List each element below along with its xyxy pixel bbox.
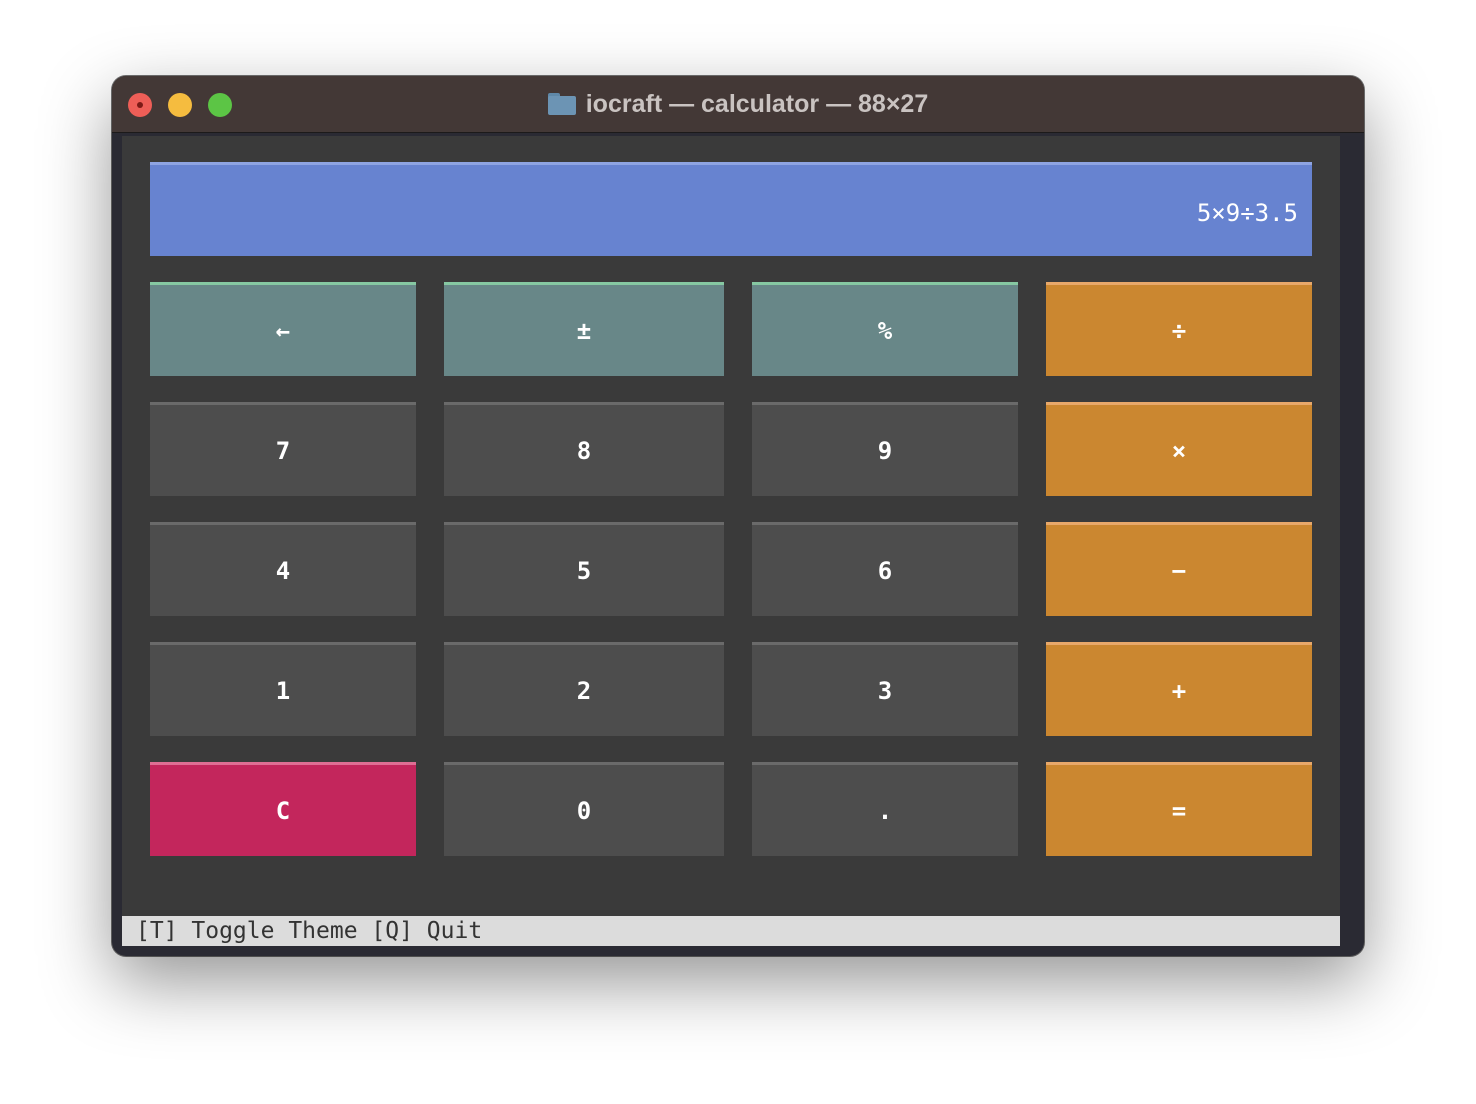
percent-key[interactable]: %: [752, 282, 1018, 376]
display-value: 5×9÷3.5: [1196, 199, 1298, 227]
folder-icon-body: [547, 96, 576, 115]
window-title-group: iocraft — calculator — 88×27: [112, 76, 1364, 132]
title-bar: iocraft — calculator — 88×27: [112, 76, 1364, 133]
digit-3-key[interactable]: 3: [752, 642, 1018, 736]
digit-4-key[interactable]: 4: [150, 522, 416, 616]
equals-key[interactable]: =: [1046, 762, 1312, 856]
digit-8-key[interactable]: 8: [444, 402, 724, 496]
backspace-key[interactable]: ←: [150, 282, 416, 376]
window-title: iocraft — calculator — 88×27: [585, 89, 929, 118]
terminal-window: iocraft — calculator — 88×27 5×9÷3.5 ← ±%…: [112, 76, 1364, 956]
digit-7-key[interactable]: 7: [150, 402, 416, 496]
digit-6-key[interactable]: 6: [752, 522, 1018, 616]
add-key[interactable]: +: [1046, 642, 1312, 736]
calculator-display: 5×9÷3.5: [150, 162, 1312, 256]
subtract-key[interactable]: −: [1046, 522, 1312, 616]
divide-key[interactable]: ÷: [1046, 282, 1312, 376]
multiply-key[interactable]: ×: [1046, 402, 1312, 496]
decimal-key[interactable]: .: [752, 762, 1018, 856]
clear-key[interactable]: C: [150, 762, 416, 856]
digit-2-key[interactable]: 2: [444, 642, 724, 736]
digit-9-key[interactable]: 9: [752, 402, 1018, 496]
digit-1-key[interactable]: 1: [150, 642, 416, 736]
plus-minus-key[interactable]: ±: [444, 282, 724, 376]
folder-icon: [547, 93, 576, 115]
digit-0-key[interactable]: 0: [444, 762, 724, 856]
keyboard-hint: [T] Toggle Theme [Q] Quit: [136, 918, 483, 944]
terminal-content: 5×9÷3.5 ← ±% ÷ 7 8 9 × 4 5 6− 1 2 3 + C 0. = [T] Toggle …: [122, 136, 1340, 946]
digit-5-key[interactable]: 5: [444, 522, 724, 616]
status-bar: [T] Toggle Theme [Q] Quit: [122, 916, 1340, 946]
